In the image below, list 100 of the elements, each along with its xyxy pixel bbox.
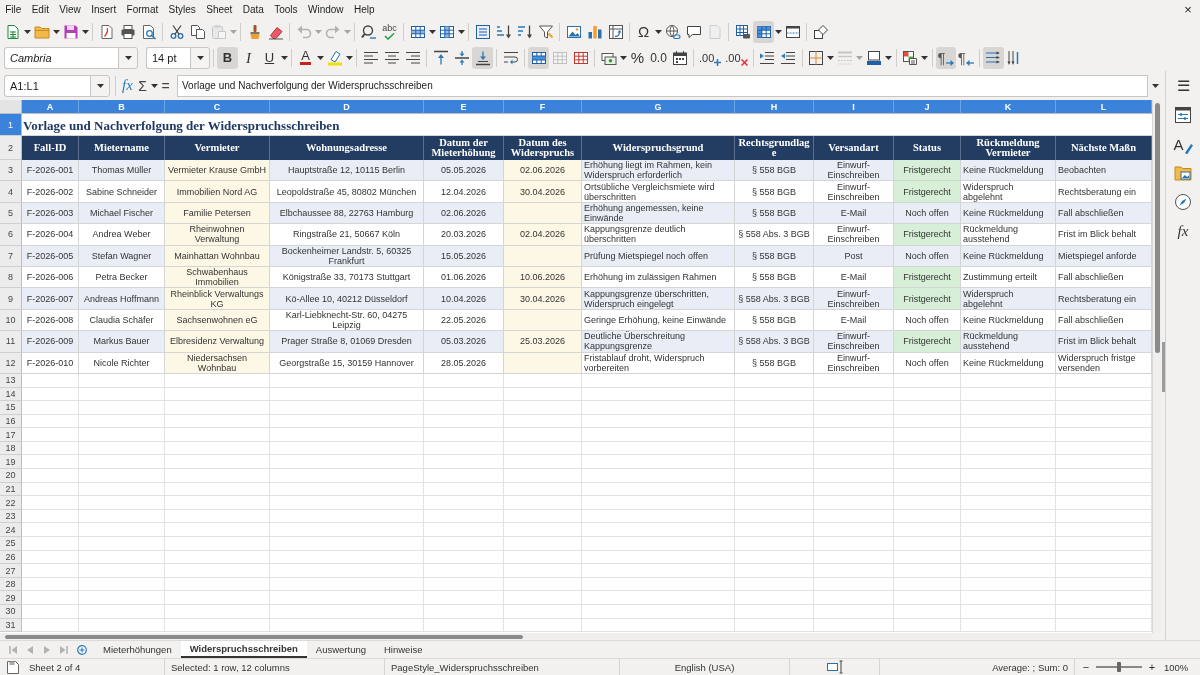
menu-item[interactable]: Styles [163,1,202,18]
row-header[interactable]: 9 [0,288,22,310]
row-header[interactable]: 27 [0,564,22,578]
zoom-out-button[interactable]: − [1080,660,1092,674]
table-cell: Mainhattan Wohnbau [165,245,270,267]
row-header[interactable]: 3 [0,160,22,182]
column-header[interactable]: C [165,100,270,114]
sheet-tab[interactable]: Mieterhöhungen [94,641,181,658]
row-header[interactable]: 5 [0,202,22,225]
menu-item[interactable]: Help [348,1,380,18]
menu-item[interactable]: Sheet [201,1,238,18]
table-cell: Fall abschließen [1056,202,1152,225]
functions-button[interactable]: fx [1170,218,1196,244]
slider-thumb[interactable] [1117,662,1121,672]
column-header[interactable]: I [814,100,894,114]
right-to-left-button[interactable]: ¶ [955,46,976,69]
menu-item[interactable]: File [0,1,27,18]
row-header[interactable]: 30 [0,605,22,619]
italic-button[interactable]: I [238,46,259,69]
sidebar-menu-button[interactable]: ☰ [1170,73,1196,99]
table-cell: F-2026-003 [22,202,79,225]
menu-item[interactable]: Edit [26,1,55,18]
freeze-button[interactable] [753,20,774,43]
menu-item[interactable]: View [54,1,86,18]
menu-item[interactable]: Data [237,1,270,18]
merge-center-button[interactable] [528,46,549,69]
column-header[interactable]: A [22,100,79,114]
row-header[interactable]: 17 [0,428,22,442]
name-box-field[interactable]: A1:L1 [4,74,90,97]
special-character-button[interactable]: Ω [633,20,654,43]
sum-button[interactable]: Σ [135,74,150,97]
align-bottom-button[interactable] [472,46,493,69]
dropdown-button[interactable] [90,74,110,97]
row-header[interactable]: 6 [0,224,22,246]
dropdown-button[interactable] [190,46,210,69]
scrollbar-thumb[interactable] [5,634,523,639]
row-header[interactable]: 11 [0,331,22,353]
vertical-scrollbar[interactable] [1152,100,1162,633]
zoom-in-button[interactable]: + [1146,660,1158,674]
column-header[interactable]: K [961,100,1056,114]
row-header[interactable]: 20 [0,469,22,483]
font-size-field[interactable]: 14 pt [146,46,190,69]
column-header[interactable]: D [270,100,424,114]
table-cell [22,482,79,497]
scrollbar-thumb[interactable] [1155,103,1160,353]
function-wizard-button[interactable]: fx [120,74,135,97]
sheet-tab[interactable]: Auswertung [306,641,375,658]
formula-input[interactable]: Vorlage und Nachverfolgung der Widerspruchsschreiben [177,74,1148,97]
dropdown-button[interactable] [118,46,138,69]
add-decimal-button[interactable]: .00 [697,46,724,69]
spelling-button[interactable]: abc [379,20,400,43]
table-cell: Fristablauf droht, Widerspruch vorbereiten [582,352,735,374]
left-to-right-button[interactable]: ¶ [935,46,956,69]
text-horizontal-button[interactable] [982,46,1004,69]
menu-item[interactable]: Tools [269,1,303,18]
border-grid-icon [808,49,825,66]
column-header[interactable]: B [79,100,165,114]
table-cell: Einwurf-Einschreiben [814,288,894,310]
table-cell: Sachsenwohnen eG [165,309,270,332]
table-cell: Erhöhung liegt im Rahmen, kein Widerspruch erforderlich [582,160,735,182]
close-button[interactable]: × [1179,1,1197,18]
table-cell: Fristgerecht [894,266,961,289]
column-header[interactable]: J [894,100,961,114]
column-header[interactable]: H [735,100,814,114]
column-header[interactable]: F [504,100,582,114]
row-header[interactable]: 12 [0,352,22,374]
formula-button[interactable]: = [158,74,173,97]
caret-icon [316,55,324,60]
menu-item[interactable]: Window [302,1,349,18]
sheet-tab[interactable]: Widerspruchsschreiben [180,641,307,658]
delete-decimal-button[interactable]: .00 [723,46,750,69]
percent-format-button[interactable]: % [627,46,648,69]
row-header[interactable]: 1 [0,114,22,136]
menu-item[interactable]: Insert [86,1,122,18]
row-header[interactable]: 24 [0,523,22,538]
table-cell: 02.06.2026 [504,160,582,182]
row-header[interactable]: 25 [0,537,22,551]
row-header[interactable]: 8 [0,266,22,289]
row-header[interactable]: 10 [0,309,22,332]
underline-button[interactable]: U [259,46,280,69]
sheet-tab[interactable]: Hinweise [375,641,432,658]
row-header[interactable]: 15 [0,401,22,415]
styles-button[interactable]: A [1170,131,1196,157]
sidebar-handle[interactable] [1162,341,1165,392]
menu-item[interactable]: Format [121,1,164,18]
row-header[interactable]: 22 [0,496,22,510]
row-header[interactable]: 2 [0,136,22,160]
table-cell [22,509,79,524]
column-header[interactable]: G [582,100,735,114]
font-color-button[interactable]: A [295,46,316,69]
number-format-button[interactable]: 0.0 [648,46,669,69]
column-header[interactable]: E [424,100,504,114]
row-header[interactable]: 29 [0,591,22,605]
column-header[interactable]: L [1056,100,1152,114]
bold-button[interactable]: B [217,46,238,69]
font-name-field[interactable]: Cambria [4,46,118,69]
row-header[interactable]: 7 [0,245,22,267]
caret-icon [856,55,864,60]
row-header[interactable]: 4 [0,181,22,203]
row-header[interactable]: 19 [0,455,22,470]
